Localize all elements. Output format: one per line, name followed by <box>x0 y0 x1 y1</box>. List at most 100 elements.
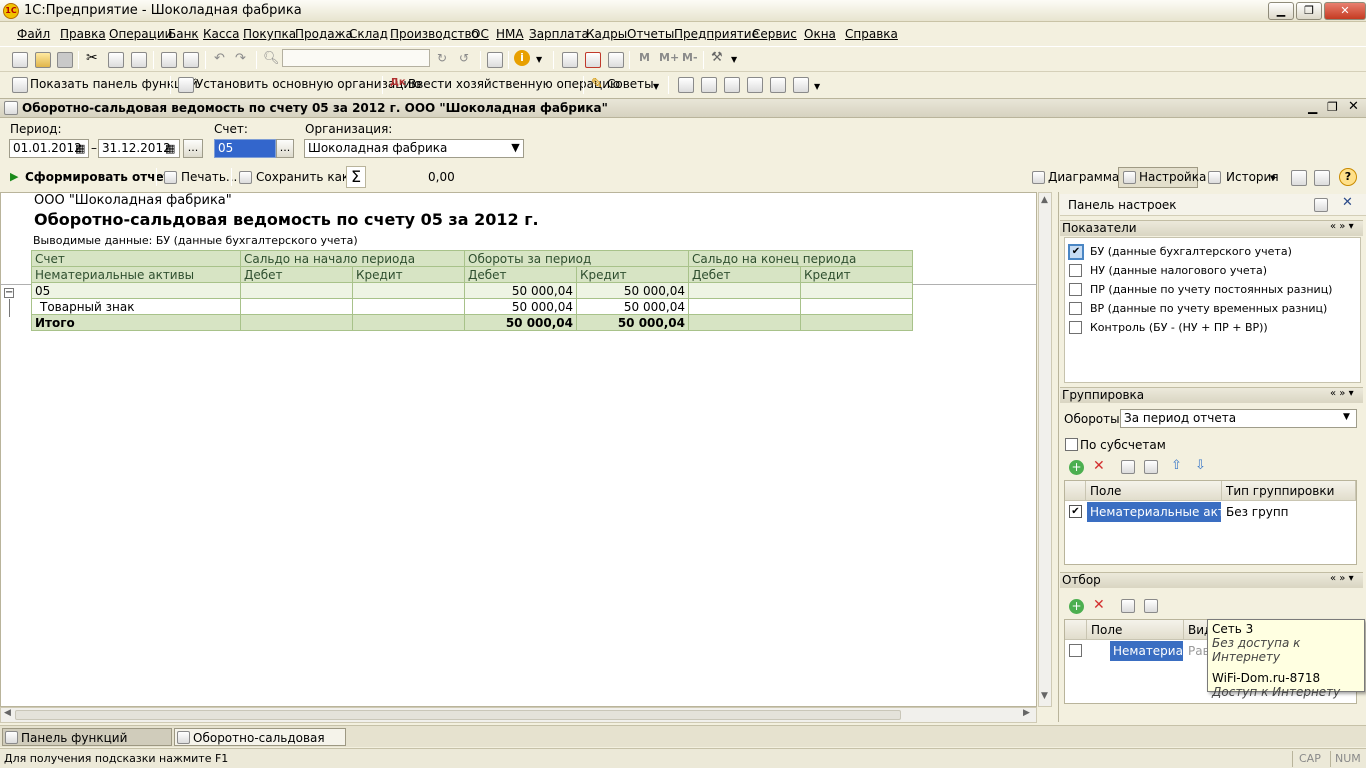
menu-intangible[interactable]: НМА <box>496 27 524 41</box>
indicator-checkbox-vr[interactable] <box>1069 302 1082 315</box>
save-as-button[interactable]: Сохранить как... <box>256 170 361 184</box>
filter-col-field[interactable]: Поле <box>1087 620 1184 640</box>
uncheck-all-icon[interactable] <box>1144 460 1158 474</box>
scroll-left-icon[interactable]: ◀ <box>4 708 11 718</box>
calendar-icon[interactable] <box>585 52 601 68</box>
turnover-dropdown-icon[interactable]: ▼ <box>1343 412 1350 422</box>
task-functions-panel[interactable]: Панель функций <box>2 728 172 746</box>
diagram-button[interactable]: Диаграмма <box>1048 170 1119 184</box>
delete-icon[interactable]: ✕ <box>1093 458 1105 474</box>
doc-close-icon[interactable]: ✕ <box>1348 99 1359 114</box>
by-subaccounts-checkbox[interactable] <box>1065 438 1078 451</box>
menu-hr[interactable]: Кадры <box>586 27 627 41</box>
indicator-checkbox-pr[interactable] <box>1069 283 1082 296</box>
tips-button[interactable]: Советы <box>607 77 654 91</box>
grouping-row-checkbox[interactable]: ✔ <box>1069 505 1082 518</box>
set-org-button[interactable]: Установить основную организацию <box>196 77 421 91</box>
uncheck-all-filter-icon[interactable] <box>1144 599 1158 613</box>
indicator-checkbox-nu[interactable] <box>1069 264 1082 277</box>
journal5-icon[interactable] <box>770 77 786 93</box>
move-down-icon[interactable]: ⇩ <box>1195 458 1206 473</box>
info-dropdown-icon[interactable]: ▼ <box>536 55 542 64</box>
redo-icon[interactable]: ↷ <box>235 51 246 66</box>
organization-dropdown-icon[interactable]: ▼ <box>508 140 523 157</box>
search-combo[interactable] <box>282 49 430 67</box>
horizontal-scroll-thumb[interactable] <box>15 710 901 720</box>
move-up-icon[interactable]: ⇧ <box>1171 458 1182 473</box>
doc-minimize-icon[interactable]: ▁ <box>1308 100 1317 114</box>
tips-dropdown-icon[interactable]: ▼ <box>653 82 659 91</box>
grouping-row-field[interactable]: Нематериальные акти... <box>1087 502 1221 522</box>
turnover-select[interactable]: За период отчета <box>1120 409 1357 428</box>
undo-icon[interactable]: ↶ <box>214 51 225 66</box>
check-all-icon[interactable] <box>1121 460 1135 474</box>
menu-salary[interactable]: Зарплата <box>529 27 589 41</box>
period-select-button[interactable]: ... <box>183 139 203 158</box>
show-panel-button[interactable]: Показать панель функций <box>30 77 198 91</box>
menu-cash[interactable]: Касса <box>203 27 239 41</box>
enter-operation-button[interactable]: Ввести хозяйственную операцию <box>408 77 620 91</box>
history-dropdown-icon[interactable]: ▼ <box>1270 174 1275 182</box>
windows-icon[interactable] <box>487 52 503 68</box>
filter-row-checkbox[interactable] <box>1069 644 1082 657</box>
menu-file[interactable]: Файл <box>17 27 50 41</box>
filter-row-field[interactable]: Нематериа... <box>1110 641 1183 661</box>
menu-purchase[interactable]: Покупка <box>243 27 296 41</box>
menu-help[interactable]: Справка <box>845 27 898 41</box>
section-nav-icon[interactable]: « » ▾ <box>1330 388 1354 399</box>
find-prev-icon[interactable]: ↺ <box>459 51 469 65</box>
print-icon[interactable] <box>161 52 177 68</box>
maximize-button[interactable]: ❐ <box>1296 2 1322 20</box>
menu-edit[interactable]: Правка <box>60 27 106 41</box>
table-row[interactable]: Товарный знак 50 000,04 50 000,04 <box>31 298 913 315</box>
horizontal-scrollbar[interactable]: ◀ ▶ <box>0 707 1037 723</box>
panel-options-icon[interactable] <box>1314 198 1328 212</box>
task-report[interactable]: Оборотно-сальдовая ведом... <box>174 728 346 759</box>
save-settings-icon[interactable] <box>1314 170 1330 186</box>
section-nav-icon[interactable]: « » ▾ <box>1330 221 1354 232</box>
paste-icon[interactable] <box>131 52 147 68</box>
scroll-up-icon[interactable]: ▲ <box>1041 195 1048 205</box>
menu-operations[interactable]: Операции <box>109 27 172 41</box>
scroll-right-icon[interactable]: ▶ <box>1023 708 1030 718</box>
menu-reports[interactable]: Отчеты <box>627 27 674 41</box>
collapse-icon[interactable]: − <box>4 288 14 298</box>
users-icon[interactable] <box>608 52 624 68</box>
indicator-checkbox-control[interactable] <box>1069 321 1082 334</box>
organization-select[interactable]: Шоколадная фабрика <box>304 139 524 158</box>
close-button[interactable]: ✕ <box>1324 2 1366 20</box>
journal2-icon[interactable] <box>701 77 717 93</box>
copy-icon[interactable] <box>108 52 124 68</box>
menu-warehouse[interactable]: Склад <box>349 27 388 41</box>
cut-icon[interactable]: ✂ <box>86 50 98 66</box>
grid-col-type[interactable]: Тип группировки <box>1222 481 1356 501</box>
export-icon[interactable] <box>1291 170 1307 186</box>
vertical-scrollbar[interactable]: ▲ ▼ <box>1038 192 1052 707</box>
grouping-row-type[interactable]: Без групп <box>1226 505 1289 519</box>
table-row[interactable]: 05 50 000,04 50 000,04 <box>31 282 913 299</box>
indicator-checkbox-bu[interactable]: ✔ <box>1068 244 1084 260</box>
total-row[interactable]: Итого 50 000,04 50 000,04 <box>31 314 913 331</box>
tools-icon[interactable]: ⚒ <box>711 50 723 65</box>
grid-col-field[interactable]: Поле <box>1086 481 1222 501</box>
save-icon[interactable] <box>57 52 73 68</box>
journal3-icon[interactable] <box>724 77 740 93</box>
menu-enterprise[interactable]: Предприятие <box>674 27 759 41</box>
help-icon[interactable]: ? <box>1339 168 1357 186</box>
scroll-down-icon[interactable]: ▼ <box>1041 691 1048 701</box>
menu-fixed-assets[interactable]: ОС <box>471 27 489 41</box>
memory-icon[interactable]: M <box>639 51 650 64</box>
sigma-icon[interactable]: Σ <box>346 166 366 188</box>
generate-report-button[interactable]: Сформировать отчет <box>25 170 171 184</box>
doc-restore-icon[interactable]: ❐ <box>1327 100 1338 114</box>
minimize-button[interactable]: ▁ <box>1268 2 1294 20</box>
memory-plus-icon[interactable]: M+ <box>659 51 679 64</box>
calendar-to-icon[interactable]: ▦ <box>165 142 175 155</box>
more-dropdown-icon[interactable]: ▼ <box>814 82 820 91</box>
check-all-filter-icon[interactable] <box>1121 599 1135 613</box>
panel-close-icon[interactable]: ✕ <box>1342 195 1353 210</box>
account-input[interactable]: 05 <box>214 139 276 158</box>
delete-filter-icon[interactable]: ✕ <box>1093 597 1105 613</box>
find-icon[interactable]: 🔍︎ <box>263 51 280 66</box>
menu-bank[interactable]: Банк <box>168 27 199 41</box>
